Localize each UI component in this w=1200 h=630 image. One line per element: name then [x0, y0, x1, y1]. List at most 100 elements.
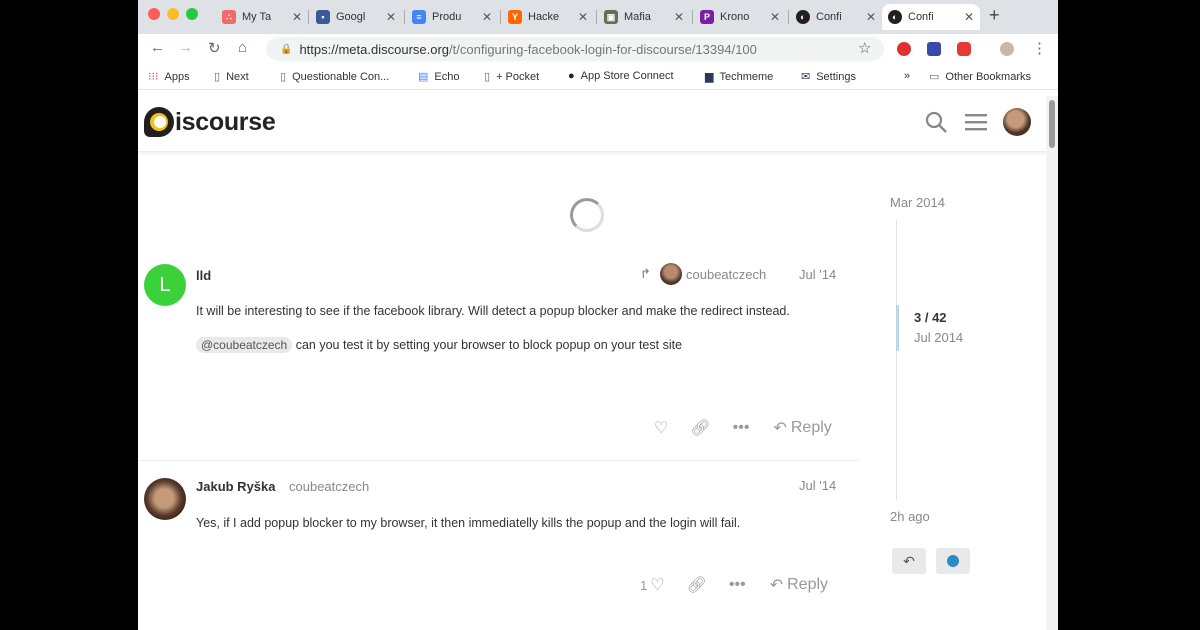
tab-title: My Ta — [242, 11, 272, 23]
post-username[interactable]: Jakub Ryška — [196, 479, 276, 494]
post-paragraph: It will be interesting to see if the fac… — [196, 304, 790, 318]
bookmark-label: Echo — [434, 70, 460, 83]
bookmark-next[interactable]: ▯ Next — [214, 70, 249, 84]
current-user-avatar[interactable] — [1003, 108, 1031, 136]
reply-arrow-icon: ↶ — [769, 577, 784, 594]
bookmark-techmeme[interactable]: ▆ Techmeme — [705, 70, 773, 84]
bookmark-settings[interactable]: ✉ Settings — [801, 70, 856, 84]
bookmark-apps[interactable]: ⁝⁝⁝ Apps — [148, 70, 190, 84]
close-tab-icon[interactable]: ✕ — [770, 10, 780, 24]
post-date[interactable]: Jul '14 — [799, 478, 836, 493]
user-mention[interactable]: @coubeatczech — [196, 337, 293, 353]
close-tab-icon[interactable]: ✕ — [292, 10, 302, 24]
browser-tab[interactable]: ▣ Mafia ✕ — [598, 4, 690, 30]
post-date[interactable]: Jul '14 — [799, 267, 836, 282]
hamburger-menu-icon[interactable] — [964, 110, 988, 140]
tab-title: Produ — [432, 11, 462, 23]
extension-stop-icon[interactable] — [897, 42, 911, 56]
share-link-icon[interactable]: 🔗︎ — [687, 575, 707, 595]
close-tab-icon[interactable]: ✕ — [866, 10, 876, 24]
extension-info-icon[interactable] — [927, 42, 941, 56]
post-username[interactable]: lld — [196, 268, 211, 283]
google-analytics-icon: ▪ — [316, 10, 330, 24]
back-arrow-icon[interactable]: ← — [150, 39, 165, 56]
asana-icon: ∴ — [222, 10, 236, 24]
loading-spinner — [570, 198, 604, 232]
browser-tab[interactable]: ◐ Confi ✕ — [790, 4, 882, 30]
timeline-start-date[interactable]: Mar 2014 — [890, 195, 945, 210]
reply-arrow-icon: ↶ — [773, 420, 787, 437]
close-tab-icon[interactable]: ✕ — [578, 10, 588, 24]
extension-profile-icon[interactable] — [1000, 42, 1014, 56]
timeline-end-date[interactable]: 2h ago — [890, 509, 930, 524]
bookmark-pocket[interactable]: ▯ + Pocket — [484, 70, 539, 84]
close-tab-icon[interactable]: ✕ — [482, 10, 492, 24]
close-tab-icon[interactable]: ✕ — [674, 10, 684, 24]
bookmark-echo[interactable]: ▤ Echo — [418, 70, 460, 84]
address-bar[interactable]: 🔒 https://meta.discourse.org/t/configuri… — [266, 37, 884, 61]
extension-youtube-icon[interactable] — [957, 42, 971, 56]
browser-menu-icon[interactable]: ⋮ — [1032, 39, 1047, 57]
scrollbar-thumb[interactable] — [1049, 100, 1055, 148]
post-user-handle[interactable]: coubeatczech — [289, 479, 369, 494]
page-icon: ▯ — [214, 71, 221, 83]
reply-arrow-icon: ↶ — [903, 552, 915, 569]
browser-tab[interactable]: ▪ Googl ✕ — [310, 4, 402, 30]
like-heart-icon[interactable]: ♡ — [654, 418, 668, 438]
bookmark-label: Questionable Con... — [292, 70, 390, 83]
search-icon[interactable] — [924, 110, 948, 140]
maximize-window-button[interactable] — [186, 8, 198, 20]
bookmark-other[interactable]: ▭ Other Bookmarks — [929, 70, 1031, 84]
like-heart-icon[interactable]: ♡ — [650, 575, 664, 595]
post-paragraph: Yes, if I add popup blocker to my browse… — [196, 516, 741, 530]
tab-title: Confi — [816, 11, 842, 23]
home-icon[interactable]: ⌂ — [238, 39, 247, 56]
browser-tab[interactable]: ∴ My Ta ✕ — [216, 4, 308, 30]
bookmark-star-icon[interactable]: ☆ — [858, 39, 871, 57]
reply-to-arrow-icon[interactable]: ↱ — [640, 266, 651, 282]
timeline-track[interactable] — [896, 220, 897, 500]
reply-to-username[interactable]: coubeatczech — [686, 267, 766, 282]
close-tab-icon[interactable]: ✕ — [386, 10, 396, 24]
tab-title: Googl — [336, 11, 366, 23]
page-icon: ▯ — [280, 71, 287, 83]
notification-level-button[interactable] — [936, 548, 970, 574]
reply-to-avatar[interactable] — [660, 263, 682, 285]
user-avatar[interactable]: L — [144, 264, 186, 306]
forward-arrow-icon[interactable]: → — [178, 39, 193, 56]
post: L lld ↱ coubeatczech Jul '14 It will be … — [138, 258, 858, 458]
reply-label: Reply — [790, 419, 832, 436]
bookmark-app-store-connect[interactable]: ● App Store Connect — [568, 70, 674, 82]
lock-icon: 🔒 — [280, 43, 293, 55]
more-bookmarks-button[interactable]: » — [904, 70, 910, 82]
browser-tab[interactable]: Y Hacke ✕ — [502, 4, 594, 30]
more-dots-icon[interactable]: ••• — [733, 419, 750, 437]
new-tab-button[interactable]: + — [989, 5, 1000, 26]
tab-title: Mafia — [624, 11, 651, 23]
tab-strip: ∴ My Ta ✕ ▪ Googl ✕ ≡ Produ ✕ Y Hacke ✕ … — [138, 0, 1058, 34]
browser-tab[interactable]: P Krono ✕ — [694, 4, 786, 30]
browser-tab-active[interactable]: ◐ Confi ✕ — [882, 4, 980, 30]
post-actions: ♡ 🔗︎ ••• ↶ Reply — [654, 418, 832, 438]
browser-window: ∴ My Ta ✕ ▪ Googl ✕ ≡ Produ ✕ Y Hacke ✕ … — [138, 0, 1058, 630]
more-bookmarks-label: » — [904, 70, 911, 82]
close-tab-icon[interactable]: ✕ — [964, 10, 974, 24]
reload-icon[interactable]: ↻ — [208, 39, 221, 57]
bookmark-questionable[interactable]: ▯ Questionable Con... — [280, 70, 390, 84]
page-icon: ▯ — [484, 71, 491, 83]
like-count[interactable]: 1 — [640, 578, 647, 593]
google-docs-icon: ≡ — [412, 10, 426, 24]
reply-button[interactable]: ↶ Reply — [770, 575, 828, 595]
page-scrollbar[interactable] — [1046, 96, 1058, 630]
timeline-handle[interactable] — [896, 305, 899, 351]
reply-button[interactable]: ↶ Reply — [773, 418, 831, 438]
share-link-icon[interactable]: 🔗︎ — [690, 418, 710, 438]
post-divider — [138, 460, 858, 461]
browser-tab[interactable]: ≡ Produ ✕ — [406, 4, 498, 30]
site-logo[interactable]: iscourse — [144, 107, 276, 137]
close-window-button[interactable] — [148, 8, 160, 20]
more-dots-icon[interactable]: ••• — [729, 576, 746, 594]
minimize-window-button[interactable] — [167, 8, 179, 20]
topic-reply-button[interactable]: ↶ — [892, 548, 926, 574]
user-avatar[interactable] — [144, 478, 186, 520]
